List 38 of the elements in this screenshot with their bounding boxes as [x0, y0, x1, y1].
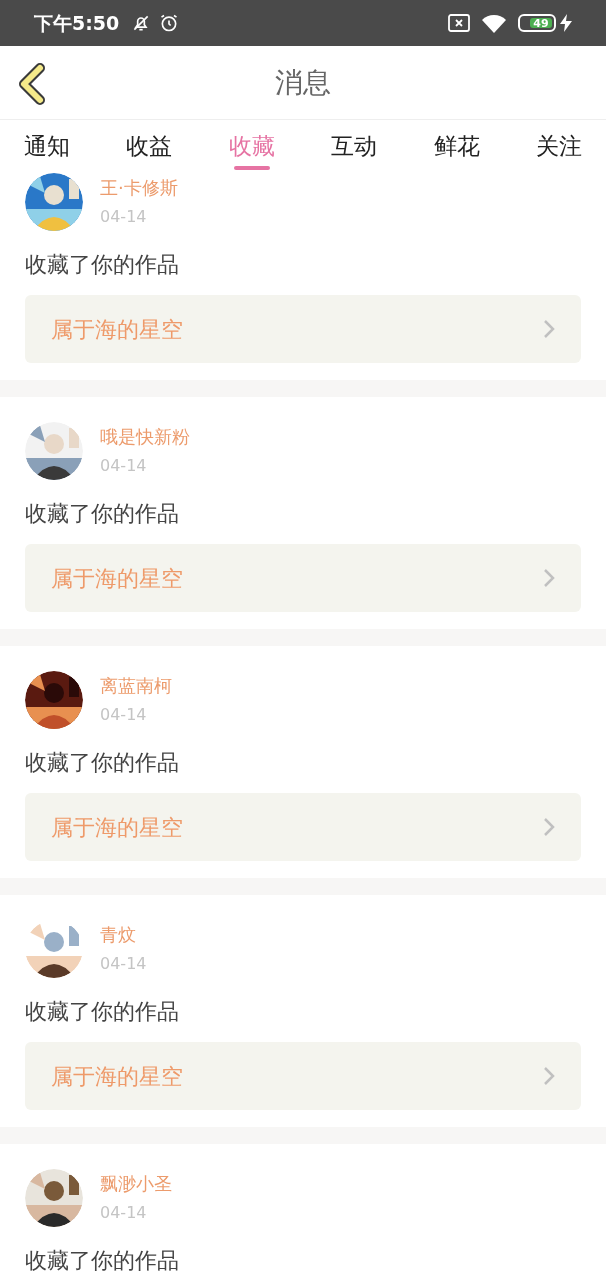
tab[interactable]: 通知: [24, 120, 70, 172]
tab[interactable]: 关注: [535, 120, 582, 172]
work-link-card[interactable]: 属于海的星空: [25, 544, 581, 612]
work-link-card[interactable]: 属于海的星空: [25, 295, 581, 363]
message-text: 收藏了你的作品: [25, 1247, 180, 1275]
back-button[interactable]: [16, 62, 48, 106]
message-text: 收藏了你的作品: [25, 749, 180, 777]
message-text: 收藏了你的作品: [25, 251, 180, 279]
wifi-icon: [482, 13, 506, 33]
tab[interactable]: 收益: [126, 120, 173, 172]
message-date: 04-14: [100, 953, 147, 975]
message-date: 04-14: [100, 1202, 148, 1224]
alarm-icon: [159, 13, 180, 33]
tab[interactable]: 鲜花: [433, 120, 480, 172]
no-sim-icon: [448, 14, 470, 32]
user-name[interactable]: 青炆: [100, 922, 147, 948]
chevron-right-icon: [543, 817, 555, 837]
page-title: 消息: [275, 64, 331, 101]
status-time: 下午5:50: [34, 10, 120, 36]
message-text: 收藏了你的作品: [25, 998, 180, 1026]
user-name[interactable]: 飘渺小圣: [100, 1171, 172, 1197]
tab[interactable]: 互动: [331, 120, 378, 172]
message-date: 04-14: [100, 704, 148, 726]
message-date: 04-14: [100, 206, 148, 228]
charging-bolt-icon: [560, 14, 572, 32]
message-text: 收藏了你的作品: [25, 500, 180, 528]
chevron-right-icon: [543, 1066, 555, 1086]
chevron-right-icon: [543, 319, 555, 339]
work-link-card[interactable]: 属于海的星空: [25, 793, 581, 861]
message-date: 04-14: [100, 455, 148, 477]
battery-level: 49: [533, 17, 549, 29]
user-name[interactable]: 王·卡修斯: [100, 175, 178, 201]
user-name[interactable]: 离蓝南柯: [100, 673, 172, 699]
tab[interactable]: 收藏: [228, 120, 275, 172]
user-name[interactable]: 哦是快新粉: [100, 424, 190, 450]
back-icon: [16, 62, 48, 106]
chevron-right-icon: [543, 568, 555, 588]
work-link-card[interactable]: 属于海的星空: [25, 1042, 581, 1110]
